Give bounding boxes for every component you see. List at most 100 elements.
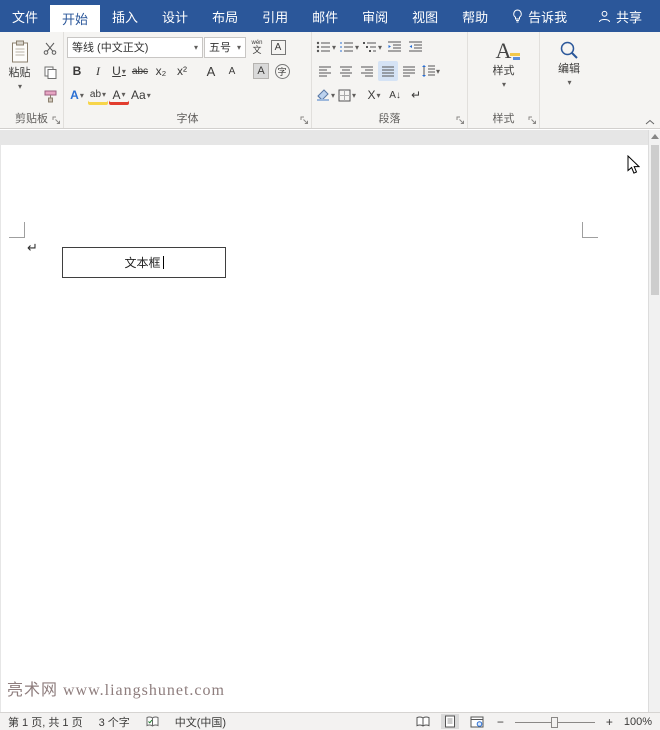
font-name-select[interactable]: 等线 (中文正文) bbox=[67, 37, 203, 58]
phonetic-guide-button[interactable]: wén文 bbox=[247, 37, 267, 57]
text-effects-button[interactable]: A bbox=[67, 85, 87, 105]
paragraph-dialog-launcher[interactable] bbox=[456, 116, 465, 125]
margin-crop-mark-right bbox=[582, 222, 598, 238]
copy-button[interactable] bbox=[40, 62, 60, 82]
paste-button[interactable]: 粘贴 bbox=[3, 35, 36, 107]
bullets-button[interactable] bbox=[315, 37, 337, 57]
tell-me-box[interactable]: 告诉我 bbox=[500, 0, 579, 32]
tab-mailings[interactable]: 邮件 bbox=[300, 0, 350, 32]
zoom-level[interactable]: 100% bbox=[624, 716, 652, 728]
zoom-out-button[interactable]: − bbox=[495, 715, 506, 729]
increase-indent-button[interactable] bbox=[405, 37, 425, 57]
paragraph-group: X A↓ ↵ 段落 bbox=[312, 32, 468, 128]
zoom-slider[interactable] bbox=[515, 716, 595, 728]
tab-file[interactable]: 文件 bbox=[0, 0, 50, 32]
format-painter-button[interactable] bbox=[40, 86, 60, 106]
asian-layout-button[interactable]: X bbox=[364, 85, 384, 105]
copy-icon bbox=[44, 66, 57, 79]
page[interactable]: ↵ 文本框 亮术网 www.liangshunet.com bbox=[1, 145, 648, 712]
tab-home[interactable]: 开始 bbox=[50, 5, 100, 32]
tab-layout[interactable]: 布局 bbox=[200, 0, 250, 32]
person-icon bbox=[598, 10, 611, 23]
increase-indent-icon bbox=[408, 41, 423, 53]
change-case-button[interactable]: Aa bbox=[130, 85, 152, 105]
strikethrough-button[interactable]: abc bbox=[130, 61, 150, 81]
character-shading-button[interactable]: A bbox=[251, 61, 271, 81]
document-area: ↵ 文本框 亮术网 www.liangshunet.com bbox=[0, 130, 660, 712]
distribute-icon bbox=[402, 66, 416, 77]
bold-button[interactable]: B bbox=[67, 61, 87, 81]
numbering-button[interactable] bbox=[338, 37, 360, 57]
word-count[interactable]: 3 个字 bbox=[99, 714, 130, 730]
scrollbar-thumb[interactable] bbox=[651, 145, 659, 295]
character-border-icon: A bbox=[271, 40, 286, 55]
font-size-select[interactable]: 五号 bbox=[204, 37, 246, 58]
tab-help[interactable]: 帮助 bbox=[450, 0, 500, 32]
sort-button[interactable]: A↓ bbox=[385, 85, 405, 105]
text-box[interactable]: 文本框 bbox=[62, 247, 226, 278]
decrease-indent-button[interactable] bbox=[384, 37, 404, 57]
font-dialog-launcher[interactable] bbox=[300, 116, 309, 125]
tab-design[interactable]: 设计 bbox=[150, 0, 200, 32]
shading-button[interactable] bbox=[315, 85, 336, 105]
scroll-up-button[interactable] bbox=[649, 130, 660, 143]
paragraph-mark: ↵ bbox=[27, 240, 38, 256]
vertical-scrollbar[interactable] bbox=[648, 130, 660, 712]
text-box-text: 文本框 bbox=[124, 254, 160, 271]
enclose-characters-icon: 字 bbox=[275, 64, 290, 79]
text-cursor bbox=[163, 256, 164, 269]
word-window: 文件 开始 插入 设计 布局 引用 邮件 审阅 视图 帮助 告诉我 共享 bbox=[0, 0, 660, 730]
character-border-button[interactable]: A bbox=[268, 37, 288, 57]
tab-review[interactable]: 审阅 bbox=[350, 0, 400, 32]
align-right-button[interactable] bbox=[357, 61, 377, 81]
zoom-in-button[interactable]: + bbox=[604, 715, 615, 729]
editing-group: 编辑 bbox=[540, 32, 598, 128]
share-button[interactable]: 共享 bbox=[586, 0, 654, 32]
multilevel-list-icon bbox=[362, 41, 377, 53]
styles-button[interactable]: A 样式 bbox=[471, 35, 536, 107]
cut-button[interactable] bbox=[40, 38, 60, 58]
numbering-icon bbox=[339, 41, 354, 53]
collapse-ribbon-button[interactable] bbox=[645, 119, 655, 125]
shrink-font-button[interactable]: A bbox=[222, 61, 242, 81]
align-left-button[interactable] bbox=[315, 61, 335, 81]
web-layout-button[interactable] bbox=[468, 714, 486, 729]
clipboard-icon bbox=[11, 40, 29, 64]
scissors-icon bbox=[43, 42, 57, 55]
underline-button[interactable]: U bbox=[109, 61, 129, 81]
show-hide-marks-button[interactable]: ↵ bbox=[406, 85, 426, 105]
font-color-button[interactable]: A bbox=[109, 85, 129, 105]
zoom-slider-thumb[interactable] bbox=[551, 717, 558, 728]
paragraph-group-label: 段落 bbox=[312, 110, 467, 126]
lightbulb-icon bbox=[512, 9, 523, 23]
language-indicator[interactable]: 中文(中国) bbox=[175, 714, 226, 730]
line-spacing-button[interactable] bbox=[420, 61, 441, 81]
tab-view[interactable]: 视图 bbox=[400, 0, 450, 32]
editing-button[interactable]: 编辑 bbox=[543, 35, 595, 107]
justify-button[interactable] bbox=[378, 61, 398, 81]
clipboard-group: 粘贴 剪贴板 bbox=[0, 32, 64, 128]
highlight-color-button[interactable]: ab bbox=[88, 85, 108, 105]
borders-icon bbox=[338, 89, 351, 102]
italic-button[interactable]: I bbox=[88, 61, 108, 81]
clipboard-dialog-launcher[interactable] bbox=[52, 116, 61, 125]
shading-icon bbox=[316, 89, 330, 101]
grow-font-button[interactable]: A bbox=[201, 61, 221, 81]
tab-insert[interactable]: 插入 bbox=[100, 0, 150, 32]
multilevel-list-button[interactable] bbox=[361, 37, 383, 57]
styles-dialog-launcher[interactable] bbox=[528, 116, 537, 125]
align-center-button[interactable] bbox=[336, 61, 356, 81]
read-mode-button[interactable] bbox=[414, 714, 432, 729]
borders-button[interactable] bbox=[337, 85, 357, 105]
proofing-icon[interactable] bbox=[146, 716, 159, 727]
align-left-icon bbox=[318, 66, 332, 77]
print-layout-button[interactable] bbox=[441, 714, 459, 729]
superscript-button[interactable]: x² bbox=[172, 61, 192, 81]
align-right-icon bbox=[360, 66, 374, 77]
page-indicator[interactable]: 第 1 页, 共 1 页 bbox=[8, 714, 83, 730]
character-shading-icon: A bbox=[253, 63, 269, 79]
distribute-button[interactable] bbox=[399, 61, 419, 81]
subscript-button[interactable]: x₂ bbox=[151, 61, 171, 81]
tab-references[interactable]: 引用 bbox=[250, 0, 300, 32]
enclose-characters-button[interactable]: 字 bbox=[272, 61, 292, 81]
